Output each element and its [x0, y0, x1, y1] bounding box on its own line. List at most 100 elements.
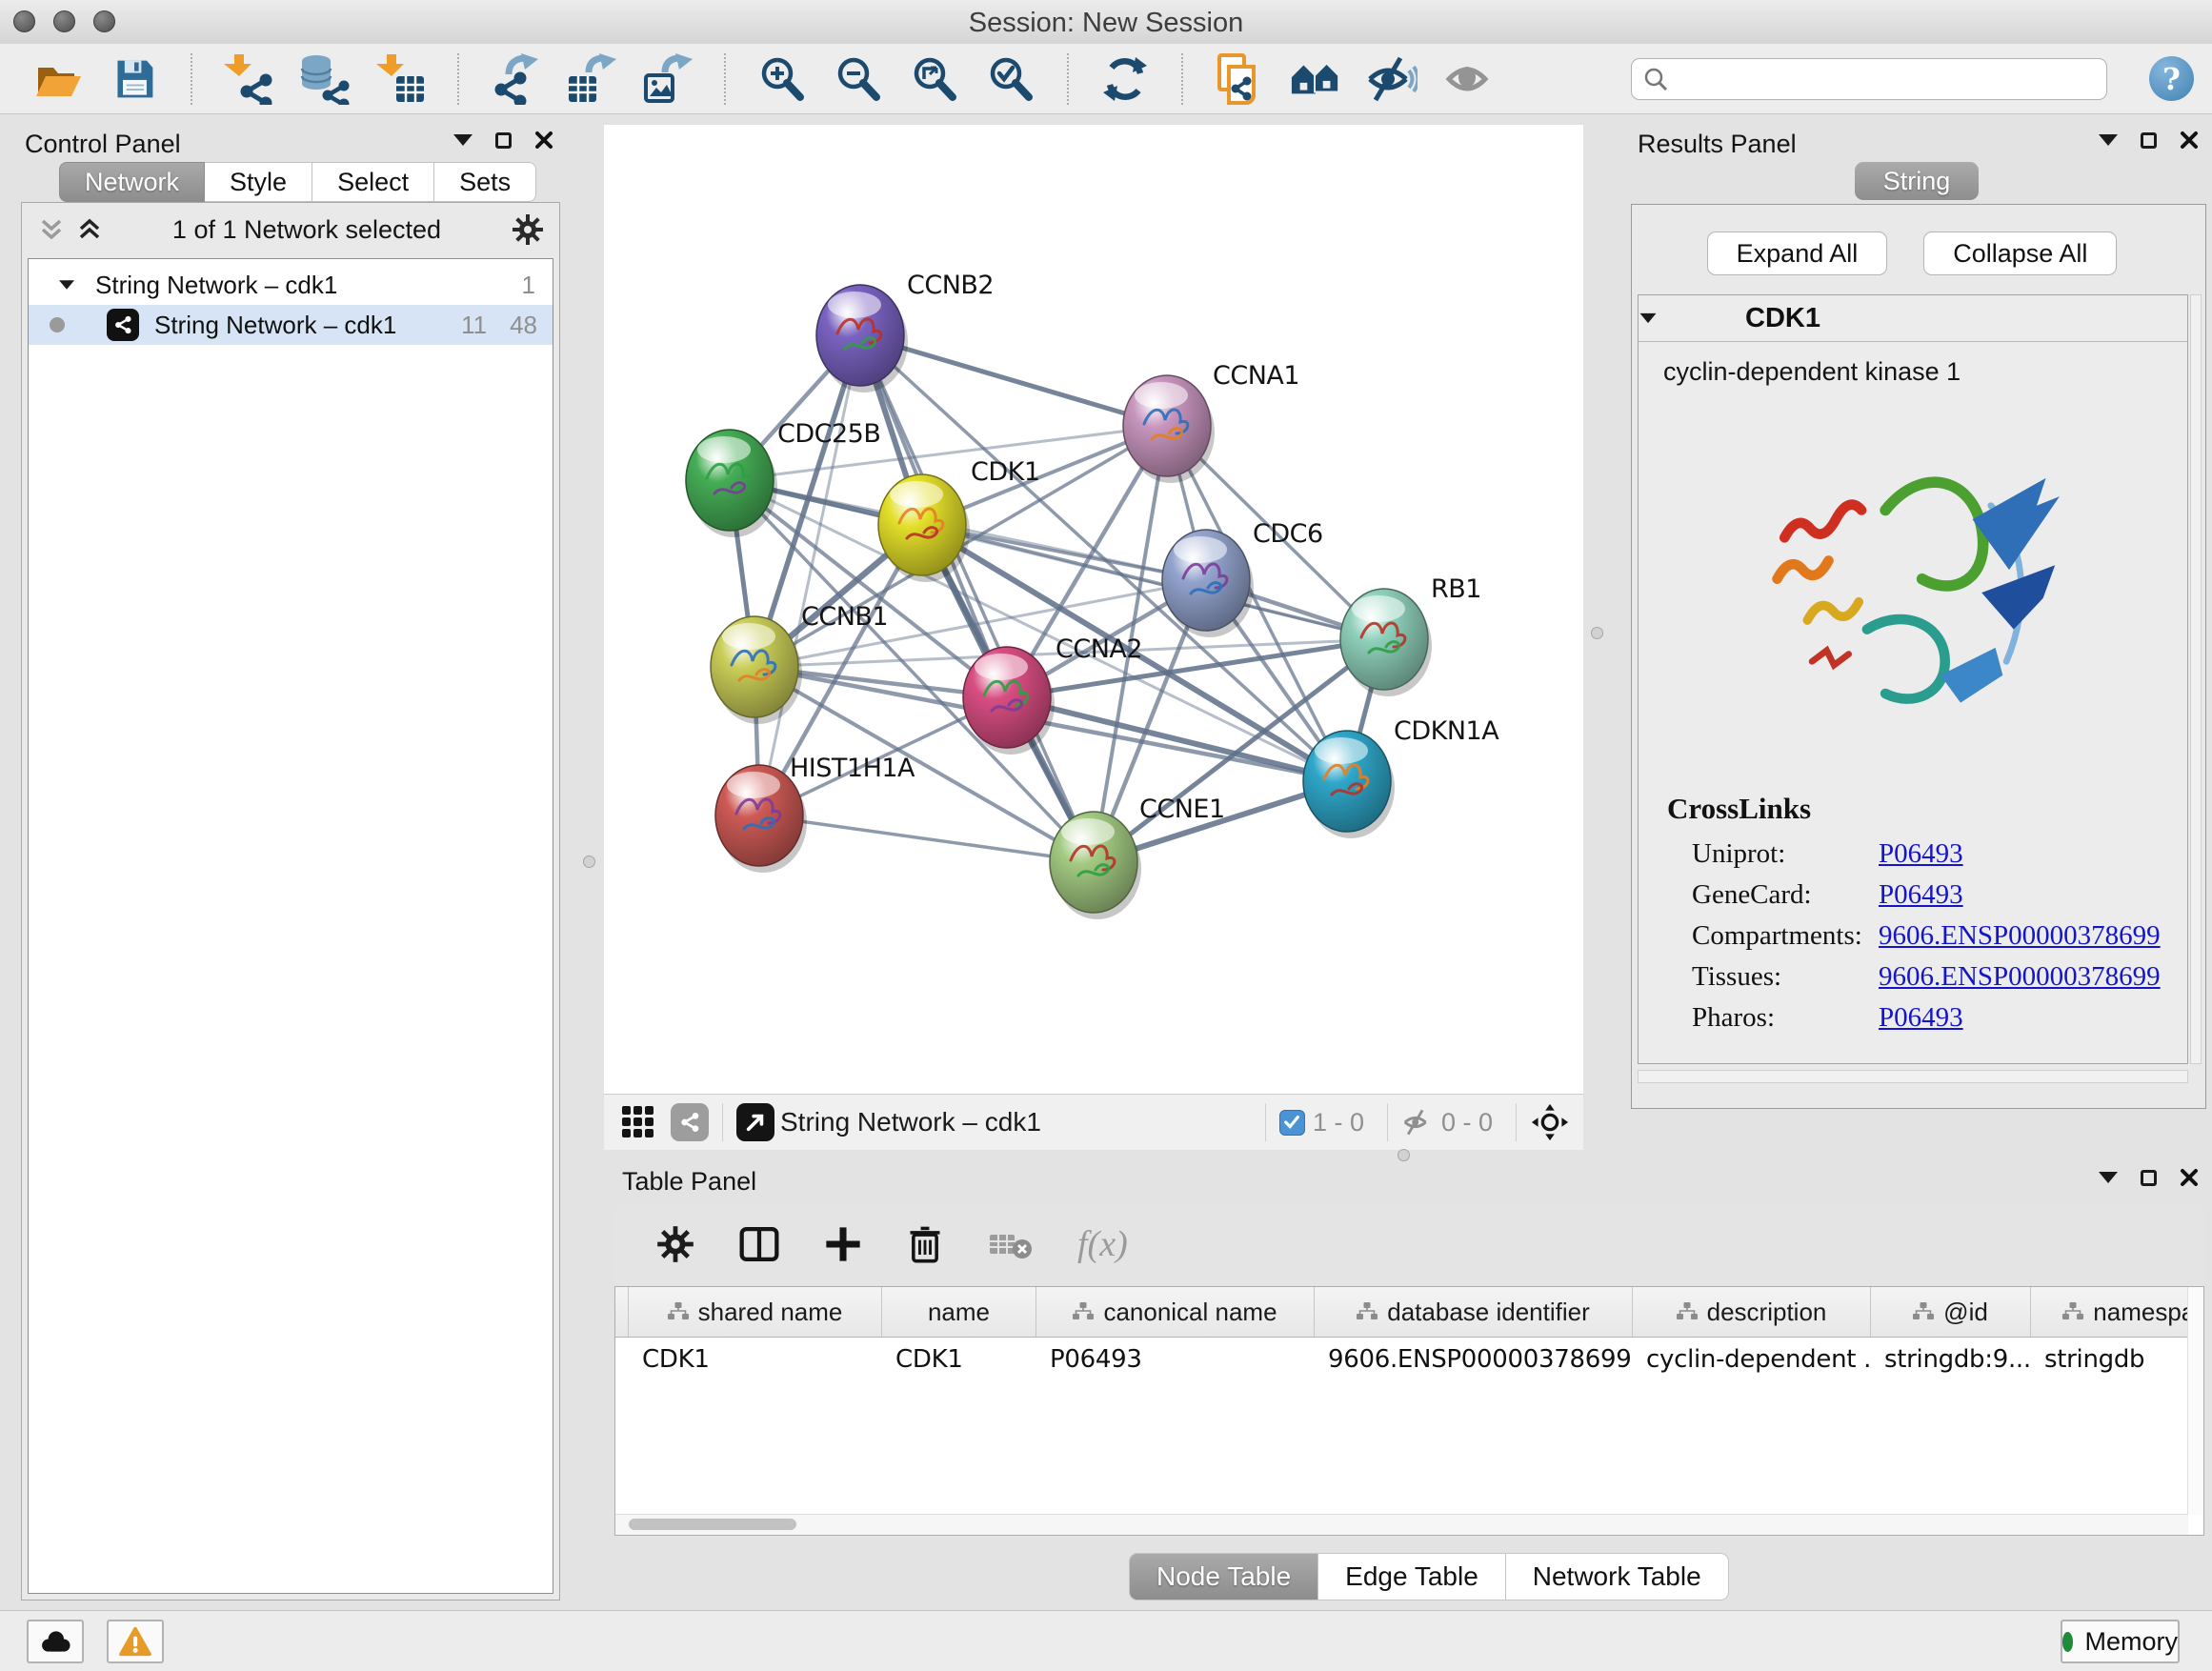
network-node-cdk1[interactable]	[878, 474, 970, 582]
show-all-button[interactable]	[1442, 52, 1494, 106]
zoom-fit-button[interactable]	[909, 52, 960, 106]
network-node-ccna1[interactable]	[1123, 375, 1215, 483]
column-header-shared-name[interactable]: shared name	[629, 1287, 882, 1337]
network-node-cdc25b[interactable]	[686, 430, 777, 537]
column-header-name[interactable]: name	[882, 1287, 1036, 1337]
tab-select[interactable]: Select	[312, 162, 434, 202]
gene-section-header[interactable]: CDK1	[1639, 295, 2187, 342]
vertical-splitter-handle[interactable]	[583, 856, 595, 868]
pan-crosshair-icon[interactable]	[1530, 1102, 1570, 1142]
float-panel-button[interactable]	[2141, 1170, 2157, 1186]
column-header-id[interactable]: @id	[1871, 1287, 2031, 1337]
delete-column-trash-icon[interactable]	[906, 1224, 944, 1264]
crosslink-link[interactable]: P06493	[1879, 1002, 1963, 1034]
close-panel-button[interactable]	[534, 131, 553, 150]
open-file-button[interactable]	[32, 52, 84, 106]
column-header-namespace[interactable]: namespace	[2031, 1287, 2204, 1337]
tab-network-table[interactable]: Network Table	[1506, 1553, 1729, 1601]
clone-network-button[interactable]	[1214, 52, 1265, 106]
table-cell[interactable]: 9606.ENSP00000378699	[1315, 1338, 1633, 1381]
refresh-button[interactable]	[1099, 52, 1151, 106]
crosslink-link[interactable]: 9606.ENSP00000378699	[1879, 961, 2161, 993]
vertical-splitter-handle[interactable]	[1591, 627, 1603, 639]
import-table-from-file-button[interactable]	[375, 52, 427, 106]
panel-menu-icon[interactable]	[2099, 1172, 2118, 1183]
table-cell[interactable]: stringdb	[2031, 1338, 2204, 1381]
table-cell[interactable]: stringdb:9...	[1871, 1338, 2031, 1381]
close-panel-button[interactable]	[2180, 131, 2199, 150]
search-input[interactable]	[1678, 64, 2106, 95]
panel-menu-icon[interactable]	[2099, 134, 2118, 146]
string-network-graph[interactable]: CCNB2CCNA1CDC25BCDK1CDC6RB1CCNB1CCNA2CDK…	[604, 125, 1583, 1094]
zoom-out-button[interactable]	[833, 52, 884, 106]
tab-style[interactable]: Style	[205, 162, 312, 202]
network-edge-ccne1-hist1h1a[interactable]	[759, 815, 1094, 862]
gear-icon[interactable]	[512, 213, 544, 246]
export-image-button[interactable]	[642, 52, 694, 106]
zoom-selected-button[interactable]	[985, 52, 1036, 106]
column-header-canonical-name[interactable]: canonical name	[1036, 1287, 1315, 1337]
column-header-description[interactable]: description	[1633, 1287, 1871, 1337]
table-cell[interactable]: CDK1	[629, 1338, 882, 1381]
selected-items-checkbox[interactable]	[1279, 1110, 1305, 1136]
string-app-icon[interactable]	[671, 1103, 709, 1141]
search-field[interactable]	[1631, 58, 2107, 100]
zoom-in-button[interactable]	[756, 52, 808, 106]
table-vertical-scrollbar[interactable]	[2187, 1287, 2203, 1515]
table-horizontal-scrollbar[interactable]	[615, 1514, 2188, 1535]
network-node-cdc6[interactable]	[1162, 530, 1254, 637]
network-edge-ccnb2-hist1h1a[interactable]	[759, 335, 860, 815]
network-edge-ccnb2-ccne1[interactable]	[860, 335, 1094, 862]
table-cell[interactable]: CDK1	[882, 1338, 1036, 1381]
network-collection-row[interactable]: String Network – cdk1 1	[29, 265, 553, 305]
collapse-all-tree-icon[interactable]	[39, 217, 64, 242]
panel-menu-icon[interactable]	[453, 134, 473, 146]
collapse-all-button[interactable]: Collapse All	[1923, 232, 2117, 275]
collapse-section-icon[interactable]	[1640, 313, 1657, 323]
tree-expander-icon[interactable]	[59, 280, 74, 290]
add-column-plus-icon[interactable]	[824, 1225, 862, 1263]
expand-all-button[interactable]: Expand All	[1707, 232, 1888, 275]
table-cell[interactable]: P06493	[1036, 1338, 1315, 1381]
close-panel-button[interactable]	[2180, 1168, 2199, 1187]
results-horizontal-scrollbar[interactable]	[1638, 1070, 2188, 1083]
save-session-button[interactable]	[109, 52, 160, 106]
export-network-button[interactable]	[490, 52, 541, 106]
float-panel-button[interactable]	[2141, 132, 2157, 149]
table-row[interactable]: CDK1CDK1P064939606.ENSP00000378699cyclin…	[615, 1338, 2204, 1381]
tab-node-table[interactable]: Node Table	[1129, 1553, 1318, 1601]
tab-network[interactable]: Network	[59, 162, 205, 202]
expand-all-tree-icon[interactable]	[77, 217, 102, 242]
import-network-from-file-button[interactable]	[223, 52, 274, 106]
table-cell[interactable]: cyclin-dependent ...	[1633, 1338, 1871, 1381]
cloud-status-button[interactable]	[27, 1620, 84, 1663]
table-settings-gear-icon[interactable]	[656, 1225, 694, 1263]
horizontal-splitter-handle[interactable]	[1398, 1149, 1410, 1161]
hide-selected-button[interactable]	[1366, 52, 1418, 106]
show-column-icon[interactable]	[738, 1224, 780, 1264]
scrollbar-thumb[interactable]	[629, 1519, 796, 1530]
network-view-canvas[interactable]: CCNB2CCNA1CDC25BCDK1CDC6RB1CCNB1CCNA2CDK…	[604, 125, 1583, 1094]
tab-string[interactable]: String	[1855, 162, 1979, 200]
open-in-browser-icon[interactable]	[736, 1103, 774, 1141]
float-panel-button[interactable]	[495, 132, 512, 149]
results-vertical-scrollbar[interactable]	[2190, 294, 2202, 1064]
crosslink-link[interactable]: P06493	[1879, 879, 1963, 911]
help-button[interactable]	[2149, 56, 2194, 101]
delete-table-icon[interactable]	[988, 1228, 1034, 1260]
export-table-button[interactable]	[566, 52, 617, 106]
memory-status-button[interactable]: Memory	[2061, 1620, 2180, 1663]
network-node-cdkn1a[interactable]	[1303, 731, 1395, 838]
import-network-from-database-button[interactable]	[299, 52, 351, 106]
first-neighbors-button[interactable]	[1290, 52, 1341, 106]
network-row-selected[interactable]: String Network – cdk1 11 48	[29, 305, 553, 345]
grid-view-icon[interactable]	[619, 1103, 657, 1141]
network-node-ccnb2[interactable]	[816, 285, 908, 393]
crosslink-link[interactable]: P06493	[1879, 838, 1963, 870]
tab-edge-table[interactable]: Edge Table	[1318, 1553, 1506, 1601]
network-node-ccnb1[interactable]	[711, 616, 802, 724]
network-node-ccne1[interactable]	[1050, 812, 1141, 919]
column-header-database-identifier[interactable]: database identifier	[1315, 1287, 1633, 1337]
network-node-rb1[interactable]	[1340, 589, 1432, 696]
tab-sets[interactable]: Sets	[434, 162, 536, 202]
